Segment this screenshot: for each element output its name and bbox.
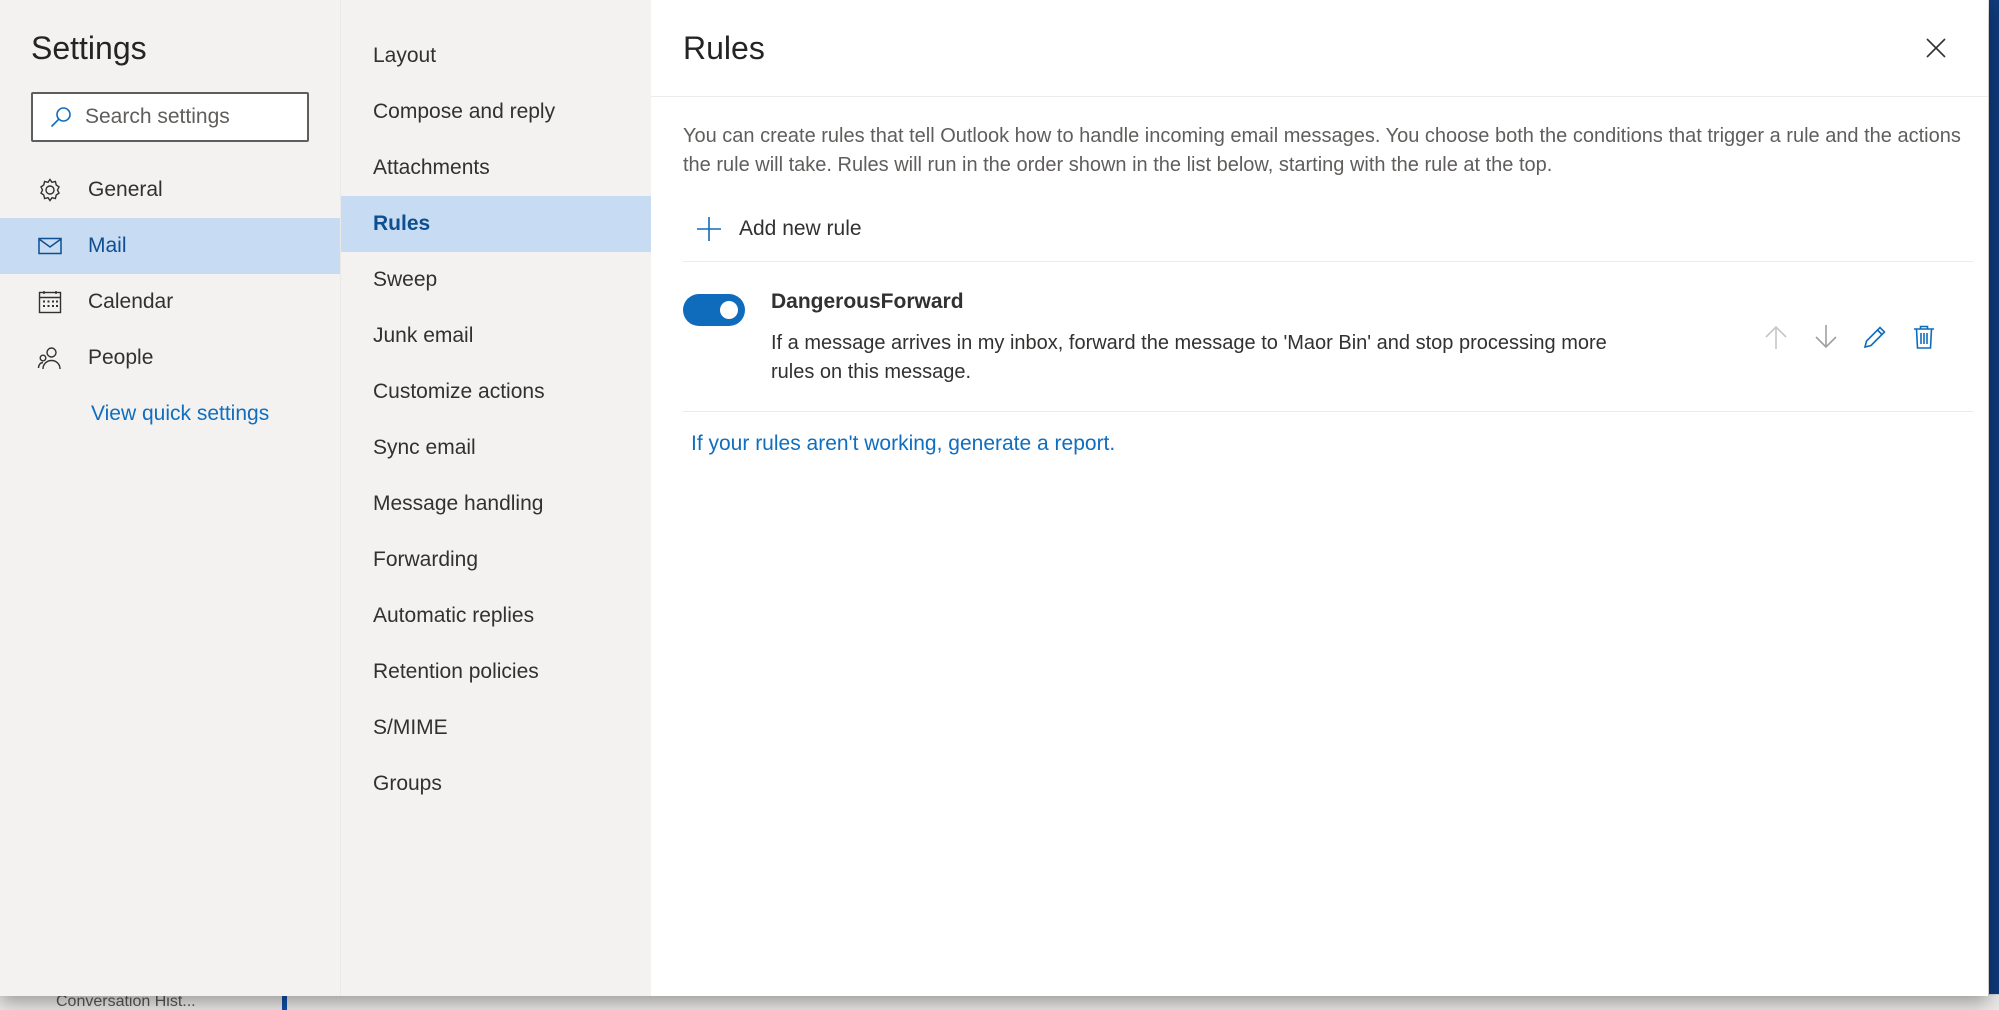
calendar-icon <box>36 288 64 316</box>
close-button[interactable] <box>1922 34 1950 62</box>
toggle-knob <box>720 301 738 319</box>
background-bar <box>282 995 287 1010</box>
plus-icon <box>697 217 721 241</box>
nav-compose-and-reply[interactable]: Compose and reply <box>341 84 652 140</box>
arrow-down-icon <box>1815 325 1837 349</box>
category-calendar-label: Calendar <box>88 290 174 313</box>
nav-rules[interactable]: Rules <box>341 196 652 252</box>
nav-attachments[interactable]: Attachments <box>341 140 652 196</box>
rule-enabled-toggle[interactable] <box>683 294 745 326</box>
trash-icon <box>1914 325 1934 349</box>
nav-customize-actions[interactable]: Customize actions <box>341 364 652 420</box>
rules-list-divider-bottom <box>683 411 1973 412</box>
add-new-rule-label: Add new rule <box>739 217 862 240</box>
category-mail[interactable]: Mail <box>0 218 340 274</box>
header-divider <box>651 96 1988 97</box>
delete-rule-button[interactable] <box>1909 322 1939 352</box>
nav-sweep[interactable]: Sweep <box>341 252 652 308</box>
nav-groups[interactable]: Groups <box>341 756 652 812</box>
search-settings-box[interactable] <box>31 92 309 142</box>
category-general-label: General <box>88 178 163 201</box>
generate-report-link[interactable]: If your rules aren't working, generate a… <box>691 432 1115 456</box>
rules-list-divider-top <box>683 261 1973 262</box>
move-rule-down-button[interactable] <box>1811 322 1841 352</box>
rules-panel: Rules You can create rules that tell Out… <box>651 0 1988 996</box>
rule-name: DangerousForward <box>771 290 964 313</box>
settings-title: Settings <box>31 30 147 66</box>
people-icon <box>36 344 64 372</box>
nav-layout[interactable]: Layout <box>341 28 652 84</box>
nav-automatic-replies[interactable]: Automatic replies <box>341 588 652 644</box>
nav-forwarding[interactable]: Forwarding <box>341 532 652 588</box>
mail-settings-nav: Layout Compose and reply Attachments Rul… <box>340 0 652 996</box>
mail-icon <box>36 232 64 260</box>
category-people-label: People <box>88 346 154 369</box>
settings-dialog: Settings General <box>0 0 1988 996</box>
nav-sync-email[interactable]: Sync email <box>341 420 652 476</box>
nav-junk-email[interactable]: Junk email <box>341 308 652 364</box>
nav-message-handling[interactable]: Message handling <box>341 476 652 532</box>
rule-description: If a message arrives in my inbox, forwar… <box>771 332 1607 383</box>
close-icon <box>1926 38 1946 58</box>
category-calendar[interactable]: Calendar <box>0 274 340 330</box>
pencil-icon <box>1863 326 1886 349</box>
nav-retention-policies[interactable]: Retention policies <box>341 644 652 700</box>
nav-smime[interactable]: S/MIME <box>341 700 652 756</box>
search-settings-input[interactable] <box>85 105 285 129</box>
background-edge <box>1989 0 1999 1010</box>
category-mail-label: Mail <box>88 234 127 257</box>
background-bottom-strip: Conversation Hist... <box>0 993 1999 1010</box>
category-general[interactable]: General <box>0 162 340 218</box>
view-quick-settings-link[interactable]: View quick settings <box>91 402 269 426</box>
search-icon <box>50 107 71 128</box>
move-rule-up-button[interactable] <box>1761 322 1791 352</box>
rules-title: Rules <box>683 30 765 66</box>
settings-category-nav: Settings General <box>0 0 340 996</box>
add-new-rule-button[interactable]: Add new rule <box>695 214 862 244</box>
category-people[interactable]: People <box>0 330 340 386</box>
edit-rule-button[interactable] <box>1860 322 1890 352</box>
arrow-up-icon <box>1765 325 1787 349</box>
gear-icon <box>36 176 64 204</box>
rules-description: You can create rules that tell Outlook h… <box>683 125 1961 176</box>
